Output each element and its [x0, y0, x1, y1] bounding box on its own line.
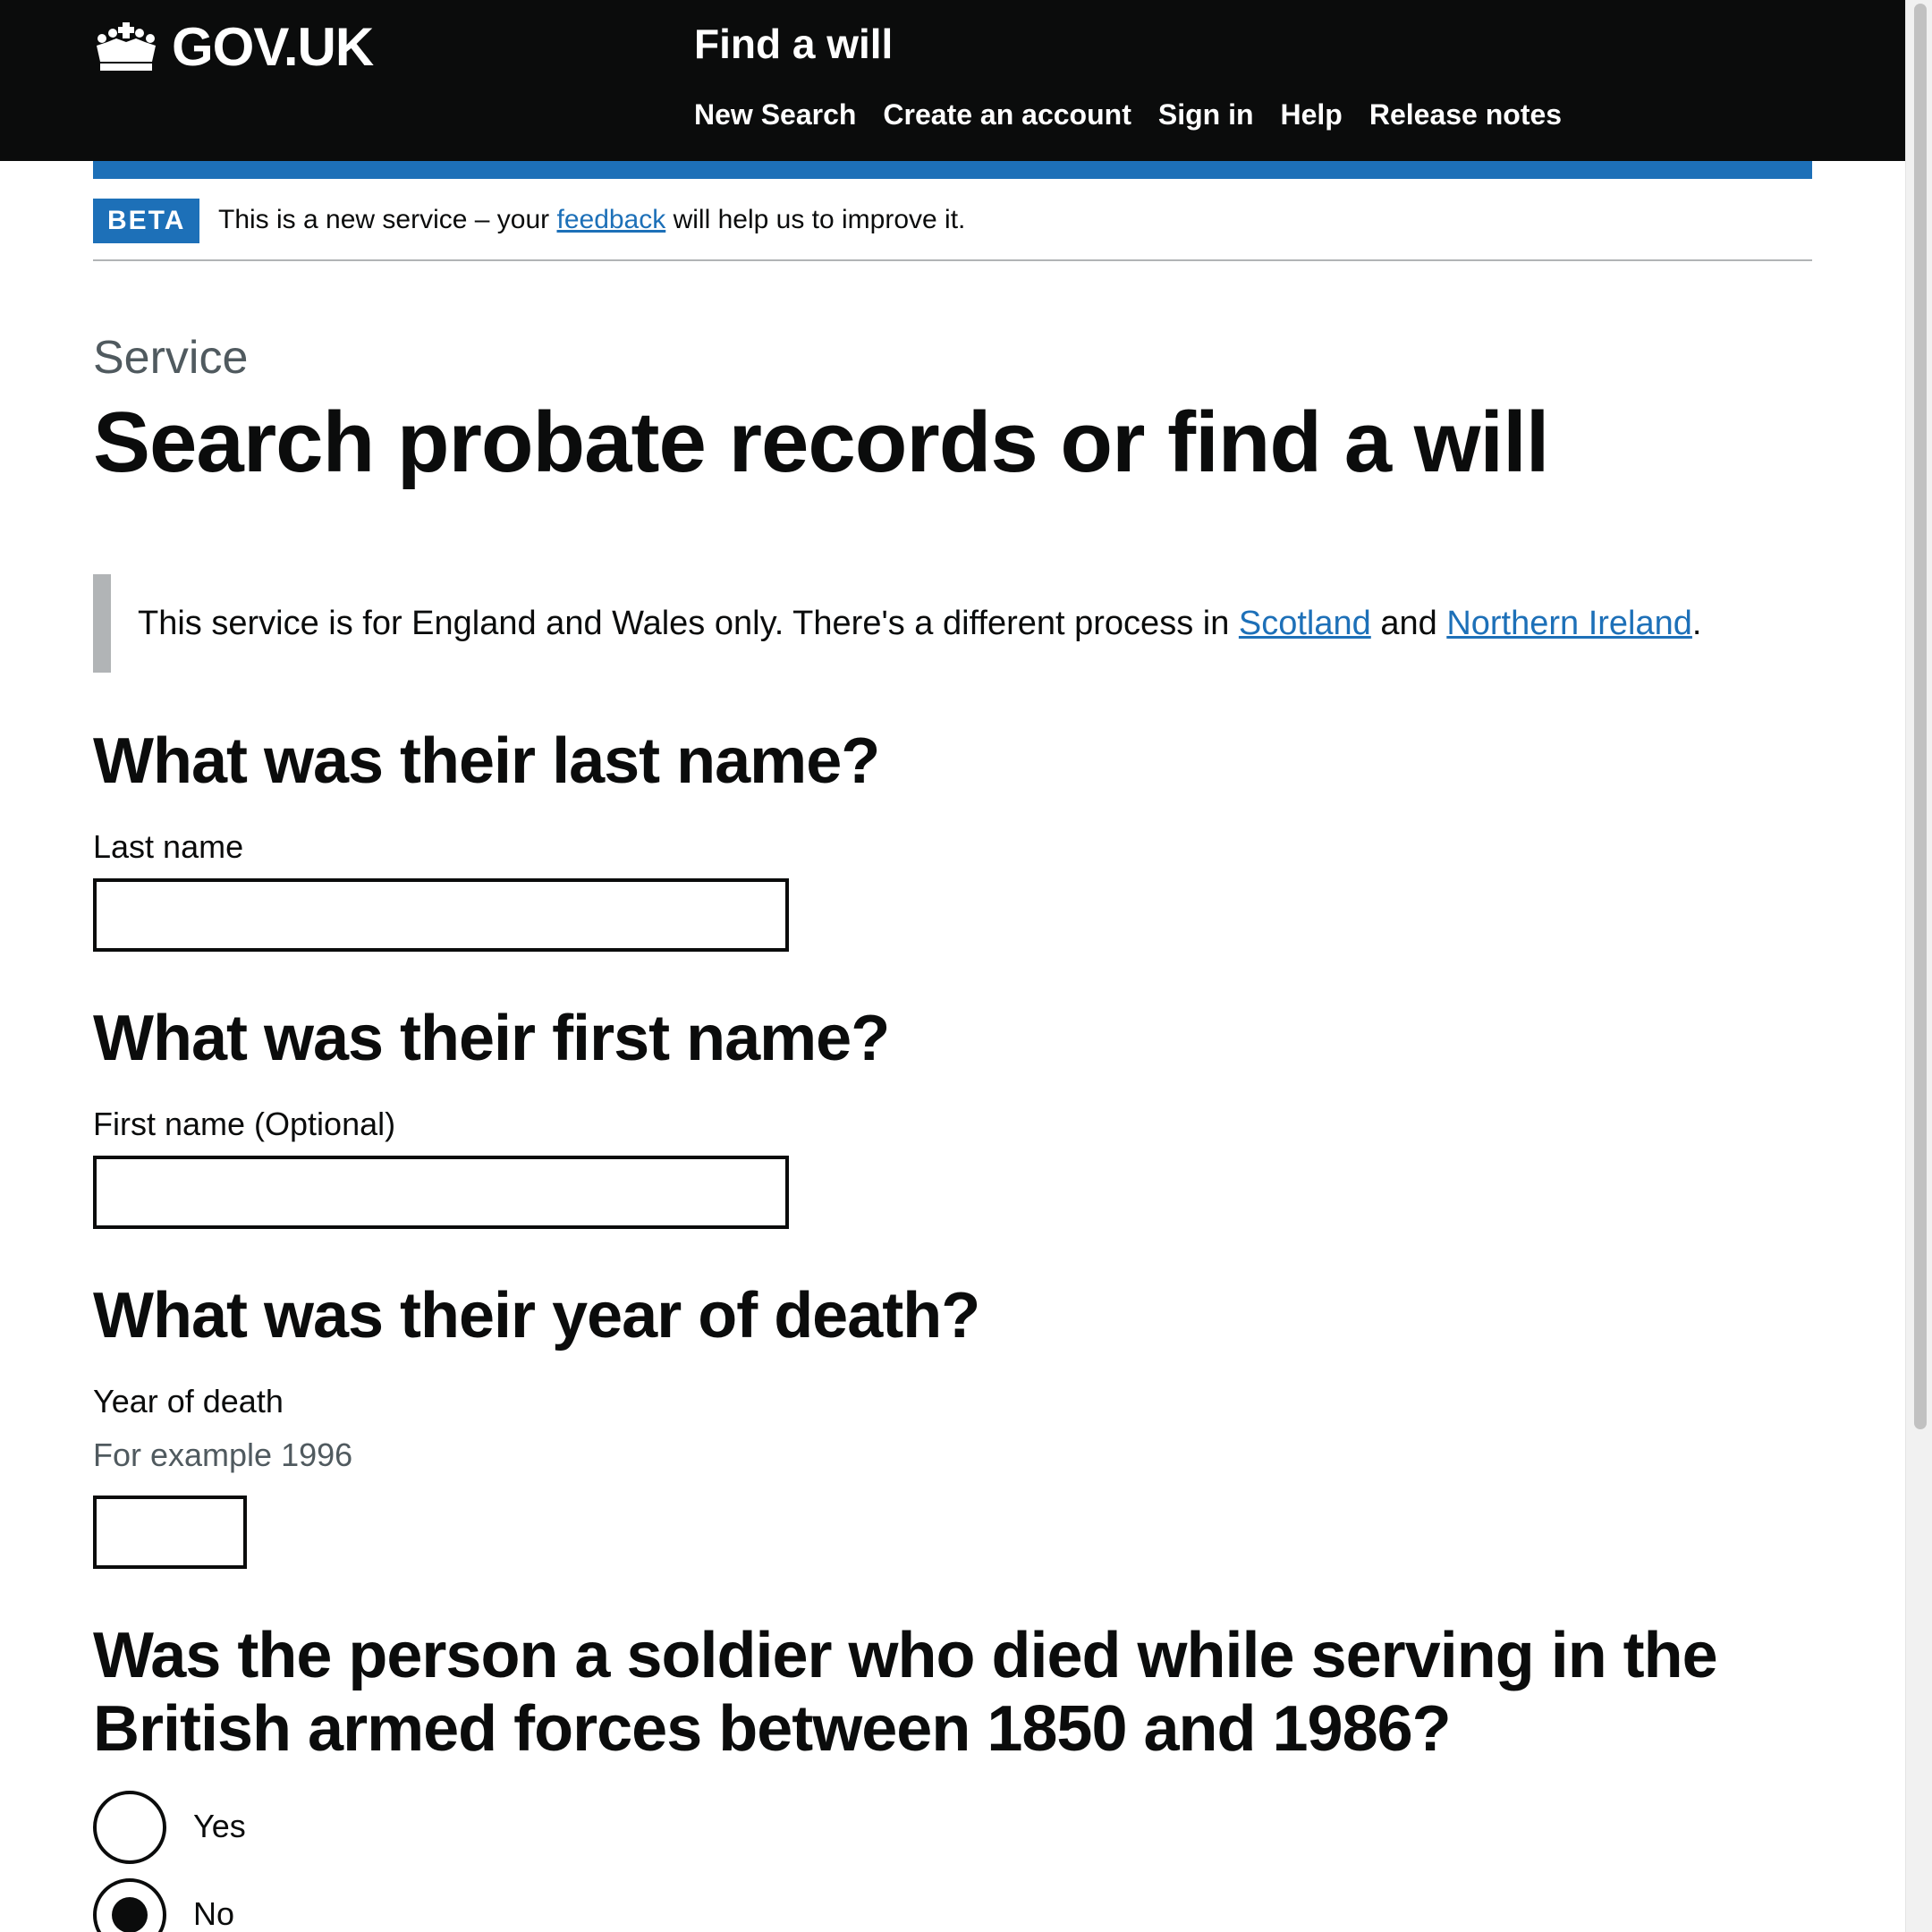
- first-name-label: First name (Optional): [93, 1106, 396, 1142]
- nav-new-search[interactable]: New Search: [694, 98, 856, 131]
- govuk-logo-link[interactable]: GOV.UK: [93, 16, 374, 78]
- inset-text-after: .: [1691, 605, 1702, 642]
- phase-banner-text: This is a new service – your feedback wi…: [218, 202, 965, 238]
- feedback-link[interactable]: feedback: [556, 205, 665, 234]
- inset-text-before: This service is for England and Wales on…: [138, 605, 1239, 642]
- year-of-death-heading: What was their year of death?: [93, 1280, 980, 1352]
- page-title: Search probate records or find a will: [93, 394, 1549, 490]
- year-of-death-hint: For example 1996: [93, 1436, 353, 1473]
- nav-release-notes[interactable]: Release notes: [1369, 98, 1562, 131]
- page-scrollbar[interactable]: [1905, 0, 1932, 1932]
- scotland-link[interactable]: Scotland: [1239, 605, 1371, 642]
- radio-yes[interactable]: [93, 1791, 166, 1864]
- last-name-input[interactable]: [93, 878, 789, 952]
- inset-text: This service is for England and Wales on…: [93, 574, 1812, 673]
- first-name-input[interactable]: [93, 1156, 789, 1229]
- page-caption: Service: [93, 332, 249, 384]
- year-of-death-label: Year of death: [93, 1383, 284, 1419]
- phase-banner: BETA This is a new service – your feedba…: [93, 188, 1812, 261]
- service-name-link[interactable]: Find a will: [694, 20, 893, 68]
- inset-text-mid: and: [1370, 605, 1447, 642]
- logo-text: GOV.UK: [172, 17, 374, 77]
- inset-text-content: This service is for England and Wales on…: [138, 601, 1701, 646]
- radio-no[interactable]: [93, 1878, 166, 1932]
- last-name-label: Last name: [93, 828, 244, 865]
- nav-help[interactable]: Help: [1281, 98, 1343, 131]
- phase-text-before: This is a new service – your: [218, 205, 557, 234]
- northern-ireland-link[interactable]: Northern Ireland: [1446, 605, 1692, 642]
- first-name-heading: What was their first name?: [93, 1003, 890, 1074]
- phase-text-after: will help us to improve it.: [665, 205, 966, 234]
- scrollbar-thumb[interactable]: [1914, 4, 1927, 1429]
- last-name-heading: What was their last name?: [93, 725, 880, 797]
- radio-no-label[interactable]: No: [193, 1894, 234, 1932]
- year-of-death-input[interactable]: [93, 1496, 247, 1569]
- crown-icon: [97, 21, 156, 71]
- header-nav: New Search Create an account Sign in Hel…: [694, 98, 1562, 131]
- soldier-question-heading: Was the person a soldier who died while …: [93, 1620, 1718, 1765]
- nav-create-account[interactable]: Create an account: [883, 98, 1131, 131]
- site-header: GOV.UK Find a will New Search Create an …: [0, 0, 1905, 161]
- header-blue-bar: [93, 161, 1812, 179]
- radio-yes-label[interactable]: Yes: [193, 1807, 246, 1846]
- beta-tag: BETA: [93, 199, 200, 243]
- nav-sign-in[interactable]: Sign in: [1158, 98, 1254, 131]
